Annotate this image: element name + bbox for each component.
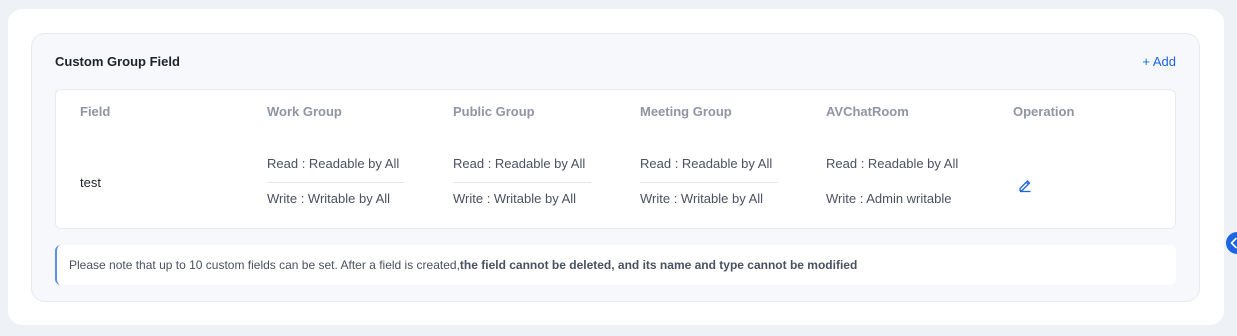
chevron-left-icon — [1230, 237, 1237, 249]
notice-banner: Please note that up to 10 custom fields … — [55, 245, 1176, 285]
edit-icon[interactable] — [1017, 177, 1033, 193]
meeting-group-read-permission: Read : Readable by All — [640, 156, 773, 171]
avchatroom-write-permission: Write : Admin writable — [826, 191, 952, 206]
column-header-field: Field — [80, 104, 111, 119]
notice-text-regular: Please note that up to 10 custom fields … — [69, 258, 460, 272]
avchatroom-read-permission: Read : Readable by All — [826, 156, 959, 171]
meeting-group-divider — [640, 182, 778, 183]
notice-text: Please note that up to 10 custom fields … — [69, 258, 857, 272]
notice-text-emphasis: the field cannot be deleted, and its nam… — [459, 258, 858, 272]
work-group-divider — [267, 182, 404, 183]
column-header-meeting-group: Meeting Group — [640, 104, 732, 119]
public-group-read-permission: Read : Readable by All — [453, 156, 586, 171]
field-name-cell: test — [80, 175, 101, 190]
column-header-work-group: Work Group — [267, 104, 342, 119]
work-group-write-permission: Write : Writable by All — [267, 191, 391, 206]
add-button[interactable]: + Add — [1142, 54, 1176, 69]
public-group-write-permission: Write : Writable by All — [453, 191, 577, 206]
section-title: Custom Group Field — [55, 54, 180, 69]
column-header-avchatroom: AVChatRoom — [826, 104, 909, 119]
public-group-divider — [453, 182, 591, 183]
column-header-public-group: Public Group — [453, 104, 535, 119]
work-group-read-permission: Read : Readable by All — [267, 156, 400, 171]
column-header-operation: Operation — [1013, 104, 1075, 119]
meeting-group-write-permission: Write : Writable by All — [640, 191, 764, 206]
fields-table — [55, 89, 1176, 229]
